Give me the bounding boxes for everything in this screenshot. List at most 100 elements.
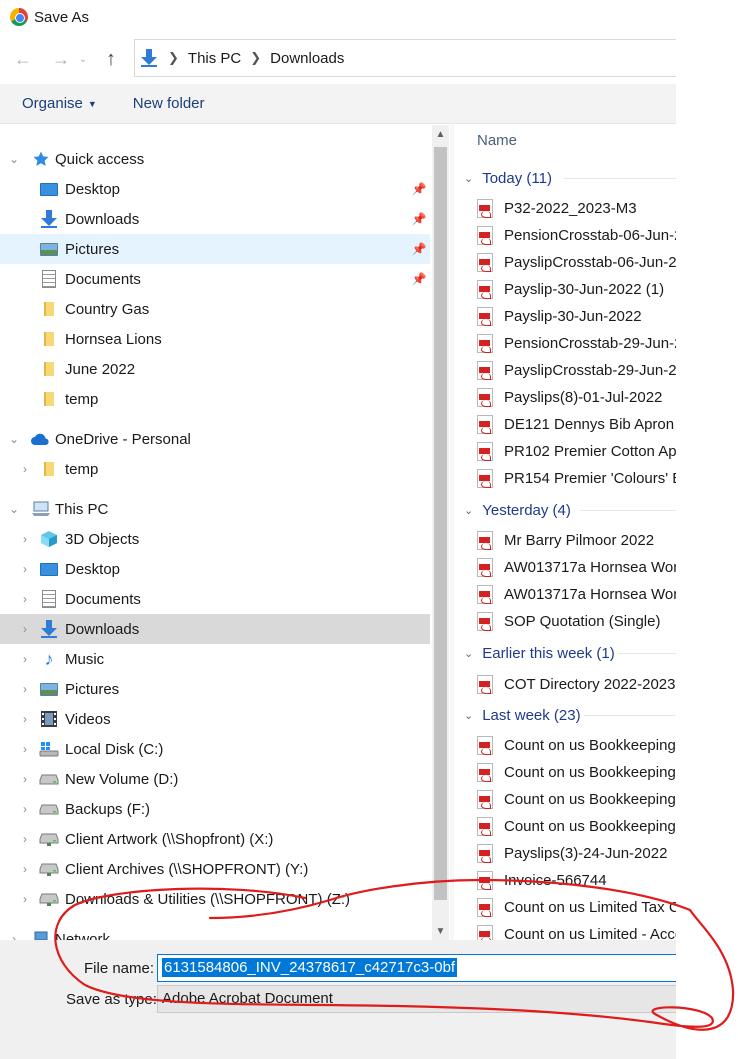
file-row[interactable]: Mr Barry Pilmoor 2022: [477, 528, 676, 552]
chevron-right-icon[interactable]: ›: [19, 562, 31, 576]
file-row[interactable]: Payslip-30-Jun-2022: [477, 304, 676, 328]
sidebar-item-client-archives-y[interactable]: › Client Archives (\\SHOPFRONT) (Y:): [0, 854, 430, 884]
navigation-pane[interactable]: ⌄ Quick access Desktop 📌 Downloads 📌 Pic…: [0, 125, 432, 940]
file-row[interactable]: Count on us Limited - Acco: [477, 922, 676, 940]
file-row[interactable]: PR154 Premier 'Colours' Bib: [477, 466, 676, 490]
new-folder-button[interactable]: New folder: [133, 95, 205, 112]
group-header-today[interactable]: ⌄ Today (11): [464, 166, 552, 190]
chevron-right-icon[interactable]: ›: [19, 682, 31, 696]
group-header-earlier-this-week[interactable]: ⌄ Earlier this week (1): [464, 641, 615, 665]
group-header-last-week[interactable]: ⌄ Last week (23): [464, 703, 581, 727]
file-row[interactable]: AW013717a Hornsea Women: [477, 555, 676, 579]
chevron-right-icon[interactable]: ›: [19, 532, 31, 546]
chevron-right-icon[interactable]: ›: [19, 802, 31, 816]
sidebar-item-onedrive-temp[interactable]: › temp: [0, 454, 430, 484]
chevron-right-icon[interactable]: ›: [19, 832, 31, 846]
group-divider: [580, 510, 676, 511]
chevron-right-icon[interactable]: ›: [19, 622, 31, 636]
file-row[interactable]: PensionCrosstab-29-Jun-2022: [477, 331, 676, 355]
sidebar-item-network[interactable]: › Network: [0, 924, 430, 940]
pin-icon[interactable]: 📌: [412, 212, 427, 226]
file-row[interactable]: Count on us Bookkeeping: [477, 787, 676, 811]
column-header-name[interactable]: Name: [477, 132, 517, 149]
sidebar-item-backups-f[interactable]: › Backups (F:): [0, 794, 430, 824]
sidebar-item-desktop[interactable]: › Desktop: [0, 554, 430, 584]
chevron-right-icon[interactable]: ›: [19, 652, 31, 666]
file-list[interactable]: Name ⌄ Today (11) P32-2022_2023-M3 Pensi…: [454, 125, 676, 940]
file-row[interactable]: Count on us Bookkeeping: [477, 733, 676, 757]
chevron-right-icon[interactable]: ›: [19, 742, 31, 756]
pin-icon[interactable]: 📌: [412, 272, 427, 286]
sidebar-item-client-artwork-x[interactable]: › Client Artwork (\\Shopfront) (X:): [0, 824, 430, 854]
file-row[interactable]: DE121 Dennys Bib Apron with: [477, 412, 676, 436]
sidebar-item-qa-documents[interactable]: Documents 📌: [0, 264, 430, 294]
recent-locations-chevron-icon[interactable]: ⌄: [76, 44, 90, 74]
file-row[interactable]: Count on us Limited Tax Co: [477, 895, 676, 919]
file-row[interactable]: P32-2022_2023-M3: [477, 196, 676, 220]
breadcrumb-this-pc[interactable]: This PC: [188, 50, 241, 67]
file-row[interactable]: PayslipCrosstab-06-Jun-2022: [477, 250, 676, 274]
file-row[interactable]: Payslips(3)-24-Jun-2022: [477, 841, 676, 865]
pdf-file-icon: [477, 279, 493, 299]
chevron-down-icon[interactable]: ⌄: [8, 432, 20, 446]
scroll-up-icon[interactable]: ▲: [432, 125, 449, 143]
file-row[interactable]: Payslip-30-Jun-2022 (1): [477, 277, 676, 301]
save-as-type-select[interactable]: Adobe Acrobat Document: [157, 985, 676, 1013]
sidebar-item-downloads-utilities-z[interactable]: › Downloads & Utilities (\\SHOPFRONT) (Z…: [0, 884, 430, 914]
sidebar-item-qa-downloads[interactable]: Downloads 📌: [0, 204, 430, 234]
sidebar-item-3d-objects[interactable]: › 3D Objects: [0, 524, 430, 554]
scroll-down-icon[interactable]: ▼: [432, 922, 449, 940]
sidebar-item-qa-pictures[interactable]: Pictures 📌: [0, 234, 430, 264]
sidebar-item-qa-hornsea-lions[interactable]: Hornsea Lions: [0, 324, 430, 354]
sidebar-item-qa-desktop[interactable]: Desktop 📌: [0, 174, 430, 204]
address-bar[interactable]: ❯ This PC ❯ Downloads: [134, 39, 676, 77]
file-row[interactable]: PensionCrosstab-06-Jun-2022: [477, 223, 676, 247]
chevron-down-icon[interactable]: ⌄: [8, 152, 20, 166]
chevron-right-icon[interactable]: ›: [19, 772, 31, 786]
sidebar-label: New Volume (D:): [65, 770, 179, 788]
sidebar-item-pictures[interactable]: › Pictures: [0, 674, 430, 704]
sidebar-item-local-disk-c[interactable]: › Local Disk (C:): [0, 734, 430, 764]
sidebar-item-videos[interactable]: › Videos: [0, 704, 430, 734]
sidebar-item-qa-country-gas[interactable]: Country Gas: [0, 294, 430, 324]
sidebar-item-qa-june-2022[interactable]: June 2022: [0, 354, 430, 384]
organise-button[interactable]: Organise ▼: [22, 95, 97, 112]
chevron-down-icon[interactable]: ⌄: [8, 502, 20, 516]
pin-icon[interactable]: 📌: [412, 242, 427, 256]
file-row[interactable]: AW013717a Hornsea Women: [477, 582, 676, 606]
chevron-right-icon[interactable]: ›: [19, 462, 31, 476]
sidebar-item-this-pc[interactable]: ⌄ This PC: [0, 494, 430, 524]
pin-icon[interactable]: 📌: [412, 182, 427, 196]
chevron-right-icon[interactable]: ›: [19, 892, 31, 906]
file-row[interactable]: Count on us Bookkeeping: [477, 760, 676, 784]
chevron-right-icon[interactable]: ›: [19, 862, 31, 876]
sidebar-item-downloads[interactable]: › Downloads: [0, 614, 430, 644]
file-row[interactable]: PayslipCrosstab-29-Jun-2022: [477, 358, 676, 382]
up-arrow-icon[interactable]: ↑: [96, 44, 126, 74]
chevron-right-icon[interactable]: ›: [8, 932, 20, 940]
sidebar-item-documents[interactable]: › Documents: [0, 584, 430, 614]
file-row[interactable]: COT Directory 2022-2023: [477, 672, 676, 696]
file-row[interactable]: PR102 Premier Cotton Apron: [477, 439, 676, 463]
forward-arrow-icon[interactable]: →: [46, 44, 76, 74]
file-name: Count on us Bookkeeping: [504, 790, 676, 808]
file-row[interactable]: Count on us Bookkeeping: [477, 814, 676, 838]
chevron-right-icon[interactable]: ›: [19, 592, 31, 606]
sidebar-item-quick-access[interactable]: ⌄ Quick access: [0, 144, 430, 174]
file-name-input[interactable]: 6131584806_INV_24378617_c42717c3-0bf: [157, 954, 676, 982]
breadcrumb-downloads[interactable]: Downloads: [270, 50, 344, 67]
back-arrow-icon[interactable]: ←: [8, 44, 38, 74]
sidebar-item-qa-temp[interactable]: temp: [0, 384, 430, 414]
scrollbar-thumb[interactable]: [434, 147, 447, 900]
group-header-yesterday[interactable]: ⌄ Yesterday (4): [464, 498, 571, 522]
navigation-scrollbar[interactable]: ▲ ▼: [432, 125, 449, 940]
sidebar-item-new-volume-d[interactable]: › New Volume (D:): [0, 764, 430, 794]
sidebar-item-music[interactable]: › ♪ Music: [0, 644, 430, 674]
file-row[interactable]: SOP Quotation (Single): [477, 609, 676, 633]
sidebar-item-onedrive[interactable]: ⌄ OneDrive - Personal: [0, 424, 430, 454]
file-name: COT Directory 2022-2023: [504, 675, 676, 693]
file-row[interactable]: Invoice-566744: [477, 868, 676, 892]
chevron-right-icon[interactable]: ›: [19, 712, 31, 726]
file-row[interactable]: Payslips(8)-01-Jul-2022: [477, 385, 676, 409]
background: [676, 0, 738, 1059]
